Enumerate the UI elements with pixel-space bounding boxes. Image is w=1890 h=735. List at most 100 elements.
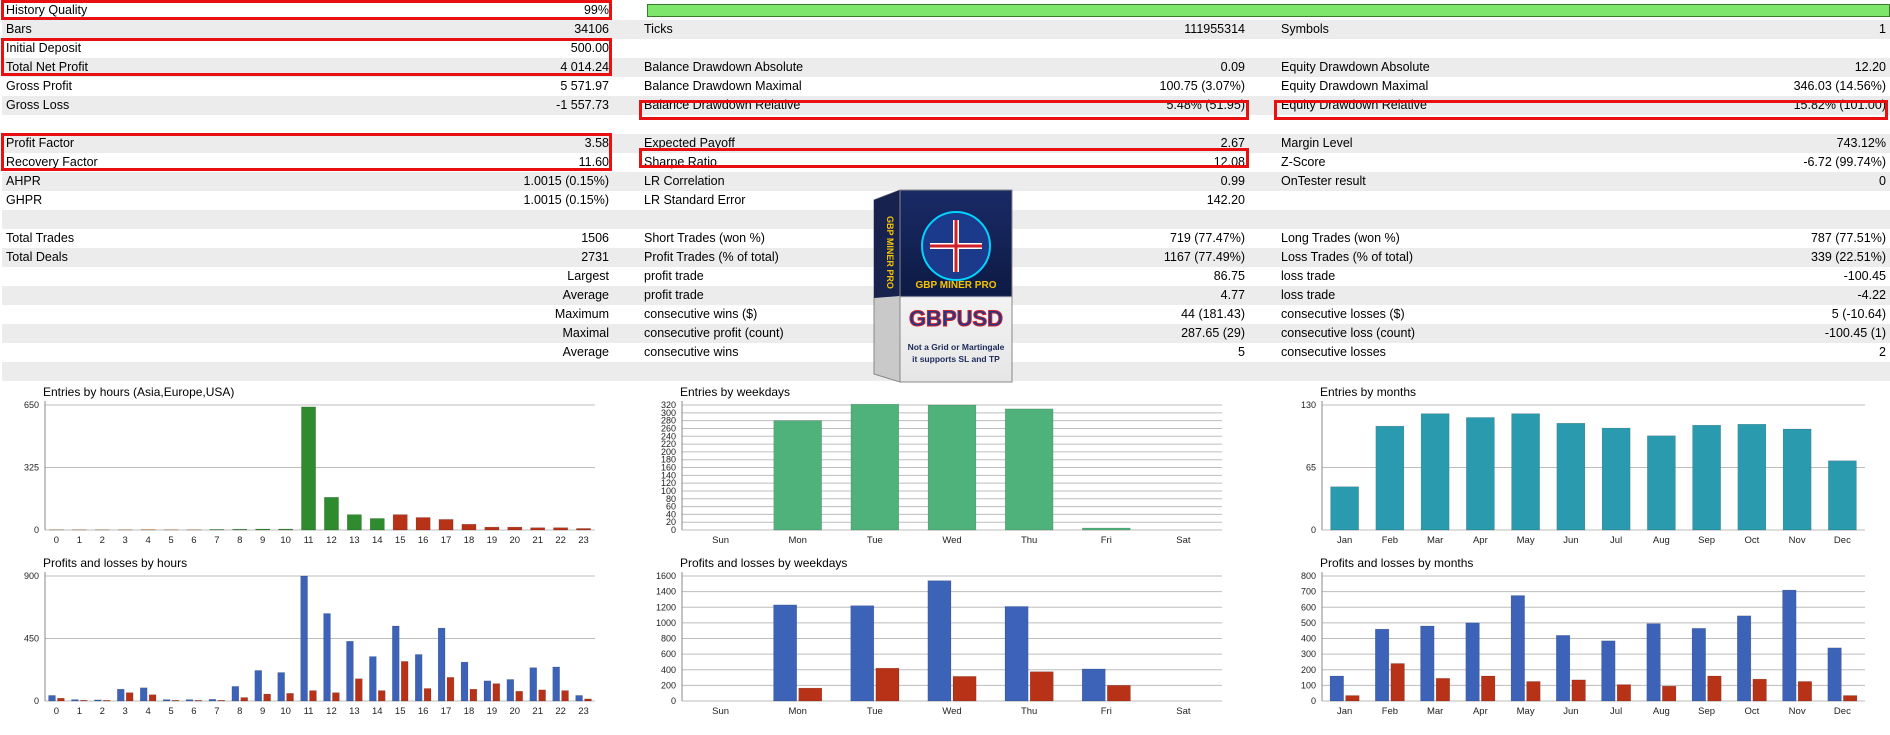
metric-label: Z-Score [1281,155,1326,169]
y-tick-label: 300 [1301,649,1316,659]
metric-label: Bars [6,22,32,36]
metric-label [1277,362,1281,381]
bar [1004,408,1054,531]
chart-title: Entries by hours (Asia,Europe,USA) [43,385,235,399]
x-tick-label: 9 [260,535,265,546]
x-tick-label: Mar [1427,706,1443,717]
metric-value: 2731 [581,250,609,264]
metric-label [640,115,644,134]
metric-label: History Quality [6,3,88,17]
metric-label: consecutive losses [1281,345,1386,359]
metric-value: 339 (22.51%) [1810,250,1886,264]
bar [530,527,546,531]
metric-value: Average [562,288,609,302]
metric-value: 743.12% [1836,136,1886,150]
x-tick-label: Fri [1101,535,1112,546]
loss-bar [1481,675,1496,702]
metric-value: 11.60 [578,155,609,169]
metric-value: -6.72 (99.74%) [1803,155,1886,169]
profit-bar [483,680,492,702]
loss-bar [1526,681,1541,702]
profit-bar [277,672,285,702]
metric-label: Expected Payoff [644,136,735,150]
bar [1556,423,1586,531]
x-tick-label: Thu [1021,706,1037,717]
loss-bar [125,692,134,702]
metric-value: Maximal [562,326,609,340]
x-tick-label: 3 [123,535,128,546]
loss-bar [194,700,203,702]
loss-bar [423,688,432,702]
metric-value: 287.65 (29) [1181,326,1245,340]
x-tick-label: 0 [54,535,59,546]
metric-value: 500.00 [570,41,609,55]
x-tick-label: 10 [280,535,291,546]
x-tick-label: 14 [372,706,383,717]
bar [415,517,431,531]
loss-bar [798,687,823,702]
x-tick-label: 6 [191,535,196,546]
x-tick-label: Mon [788,535,806,546]
loss-bar [217,700,225,702]
metric-label: consecutive wins ($) [644,307,758,321]
metric-value: 787 (77.51%) [1810,231,1886,245]
y-tick-label: 600 [661,649,676,659]
x-tick-label: 6 [191,706,196,717]
metric-label: Profit Trades (% of total) [644,250,779,264]
x-tick-label: Dec [1834,535,1851,546]
y-tick-label: 600 [1301,602,1316,612]
bar [1782,428,1812,531]
y-tick-label: 0 [34,696,39,706]
chart-entries-months: Entries by months 0 65 130 Jan Feb Mar Apr May Ju… [1275,385,1890,555]
metric-label: GHPR [6,193,43,207]
profit-bar [140,687,148,702]
loss-bar [1435,678,1450,702]
profit-bar [48,695,56,702]
metric-label: Total Trades [6,231,75,245]
x-tick-label: Oct [1744,535,1759,546]
metric-label: Initial Deposit [6,41,82,55]
x-tick-label: Jan [1337,706,1352,717]
report-row: History Quality 99% [2,1,1890,20]
loss-bar [309,690,317,702]
profit-bar [254,670,262,702]
metric-label: Sharpe Ratio [644,155,717,169]
metric-value: 3.58 [584,136,609,150]
loss-bar [148,694,157,702]
x-tick-label: 21 [532,706,543,717]
product-name: GBP MINER PRO [916,280,997,291]
profit-bar [369,656,377,702]
x-tick-label: 13 [349,706,360,717]
x-tick-label: Sep [1698,706,1715,717]
x-tick-label: 1 [77,535,82,546]
x-tick-label: Aug [1653,535,1670,546]
x-tick-label: 16 [418,706,429,717]
metric-label [2,115,6,134]
bar [1647,435,1676,531]
profit-bar [552,666,560,702]
x-tick-label: Apr [1473,535,1488,546]
x-tick-label: 13 [349,535,360,546]
chart-svg: 0 200 400 600 800 1000 1200 1400 1600 Sun Mon Tue We… [656,571,1222,717]
x-tick-label: 12 [326,706,337,717]
bar [232,528,248,531]
profit-bar [208,699,217,702]
metric-value: 0.99 [1220,174,1245,188]
loss-bar [561,690,569,702]
x-tick-label: 3 [123,706,128,717]
metric-label [2,362,6,381]
loss-bar [1107,685,1131,702]
x-tick-label: Tue [867,706,883,717]
profit-bar [1510,595,1525,702]
chart-svg: 03256500 1 2 3 4 5 6 7 8 9 10 11 12 13 14 15 16 17 18 19 20 2… [24,400,595,546]
profit-bar [1691,628,1706,702]
x-tick-label: Jun [1563,706,1578,717]
bar [484,526,500,531]
y-tick-label: 320 [661,400,676,410]
loss-bar [1797,681,1812,702]
metric-label: profit trade [644,288,704,302]
profit-bar [94,699,102,702]
metric-label [2,210,6,229]
report-row: Initial Deposit 500.00 [2,39,1890,58]
y-tick-label: 1600 [656,571,676,581]
